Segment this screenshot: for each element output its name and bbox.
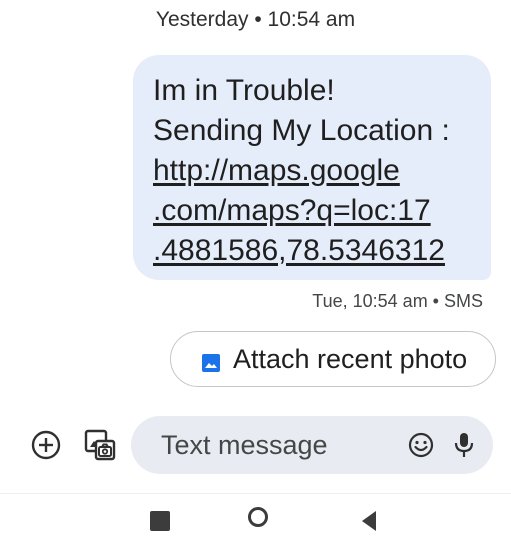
location-link[interactable]: .4881586,78.5346312 bbox=[153, 231, 473, 271]
emoji-icon[interactable] bbox=[407, 431, 435, 459]
attach-recent-photo-label: Attach recent photo bbox=[233, 343, 468, 374]
message-timestamp: Tue, 10:54 am • SMS bbox=[312, 291, 483, 311]
attach-recent-photo-button[interactable]: Attach recent photo bbox=[170, 331, 496, 387]
gallery-icon[interactable] bbox=[82, 427, 118, 463]
message-line: Sending My Location : bbox=[153, 114, 450, 147]
text-message-placeholder: Text message bbox=[161, 429, 328, 460]
recents-icon[interactable] bbox=[150, 511, 170, 531]
home-icon[interactable] bbox=[248, 507, 268, 527]
date-header: Yesterday • 10:54 am bbox=[155, 8, 356, 31]
image-icon bbox=[201, 349, 221, 372]
text-message-input[interactable]: Text message bbox=[131, 416, 493, 474]
microphone-icon[interactable] bbox=[451, 430, 477, 460]
location-link[interactable]: http://maps.google bbox=[153, 151, 473, 191]
divider bbox=[0, 493, 511, 494]
add-circle-icon[interactable] bbox=[30, 429, 62, 461]
message-bubble[interactable]: Im in Trouble! Sending My Location : htt… bbox=[133, 55, 491, 280]
location-link[interactable]: .com/maps?q=loc:17 bbox=[153, 191, 473, 231]
composer-bar: Text message bbox=[0, 415, 511, 475]
back-icon[interactable] bbox=[358, 509, 380, 533]
message-line: Im in Trouble! bbox=[153, 74, 335, 107]
system-navigation-bar bbox=[0, 505, 511, 533]
